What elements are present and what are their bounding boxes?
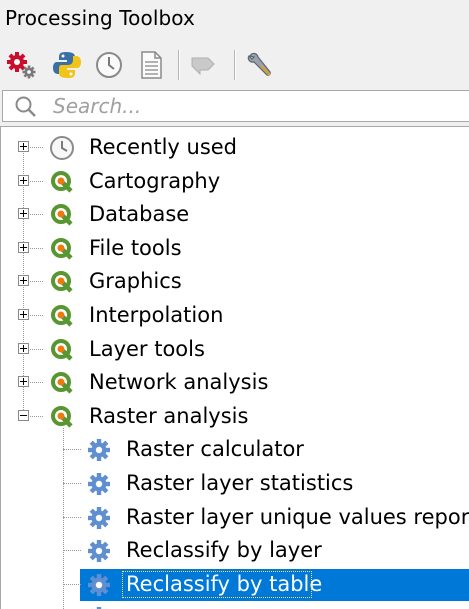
algorithm-gear-icon (86, 505, 112, 531)
tree-algorithm-label: Reclassify by layer (126, 538, 322, 563)
tree-group-row[interactable]: Cartography (1, 165, 469, 198)
tree-group-label: File tools (89, 235, 182, 260)
tree-group-row[interactable]: Graphics (1, 265, 469, 298)
qgis-icon (49, 269, 75, 295)
tree-group-label: Layer tools (89, 336, 205, 361)
algorithm-gear-icon (86, 471, 112, 497)
algorithm-gear-icon (86, 572, 112, 598)
tree-group-label: Network analysis (89, 370, 269, 395)
tree-group-row[interactable]: Database (1, 198, 469, 231)
search-field[interactable] (2, 90, 469, 122)
tree-group-row[interactable]: Recently used (1, 131, 469, 164)
qgis-icon (49, 202, 75, 228)
toolbar-separator (234, 50, 236, 80)
expand-toggle[interactable] (18, 376, 29, 388)
expand-toggle[interactable] (18, 275, 29, 287)
tree-algorithm-label: Raster calculator (126, 437, 304, 462)
tree-group-label: Database (89, 202, 190, 227)
tree-connector (63, 583, 81, 585)
expand-toggle[interactable] (18, 309, 29, 320)
expand-toggle[interactable] (18, 141, 29, 152)
python-button[interactable] (50, 48, 84, 82)
edit-in-place-button[interactable] (186, 48, 220, 82)
expand-toggle[interactable] (18, 241, 29, 253)
tree-group-row[interactable]: File tools (1, 232, 469, 265)
tree-group-label: Graphics (89, 269, 182, 294)
results-document-icon (141, 51, 162, 79)
clock-icon (49, 135, 75, 161)
tree-group-row[interactable]: Layer tools (1, 333, 469, 366)
tree-group-label: Recently used (89, 135, 238, 159)
tree-group-label: Cartography (89, 168, 221, 193)
qgis-icon (49, 370, 75, 396)
search-icon (15, 96, 36, 117)
history-clock-icon (96, 52, 122, 78)
expand-toggle[interactable] (18, 174, 29, 186)
tree-algorithm-row-selected[interactable]: Reclassify by table (1, 568, 469, 601)
tree-connector (63, 550, 81, 552)
results-button[interactable] (134, 48, 168, 82)
algorithm-gear-icon (86, 605, 112, 609)
tree-algorithm-row[interactable]: Raster layer statistics (1, 467, 469, 500)
python-icon (53, 52, 81, 78)
edit-features-in-place-icon (191, 57, 215, 76)
options-button[interactable] (242, 48, 276, 82)
search-input[interactable] (53, 92, 453, 120)
tree-connector (63, 483, 81, 484)
qgis-icon (49, 337, 75, 363)
tree-algorithm-row[interactable]: Raster layer unique values report (1, 501, 469, 534)
focus-rectangle (122, 570, 312, 598)
tree-group-label: Interpolation (89, 303, 224, 327)
tree-algorithm-label: Raster layer statistics (126, 471, 354, 495)
expand-toggle[interactable] (18, 208, 29, 220)
algorithm-gear-icon (86, 538, 112, 564)
options-wrench-icon (247, 52, 272, 77)
tree-group-label: Raster analysis (89, 403, 249, 428)
toolbar-separator (178, 50, 180, 80)
toolbox-toolbar (0, 44, 469, 88)
tree-group-row[interactable]: Network analysis (1, 366, 469, 399)
collapse-toggle[interactable] (18, 409, 29, 421)
qgis-icon (49, 169, 75, 195)
tree-algorithm-row[interactable]: Raster calculator (1, 433, 469, 466)
tree-algorithm-row-partial[interactable] (1, 601, 469, 609)
tree-group-row[interactable]: Interpolation (1, 299, 469, 332)
tree-algorithm-label: Raster layer unique values report (126, 504, 469, 529)
tree-connector (63, 449, 81, 451)
models-button[interactable] (4, 48, 38, 82)
tree-algorithm-row[interactable]: Reclassify by layer (1, 534, 469, 567)
qgis-icon (49, 404, 75, 430)
expand-toggle[interactable] (18, 342, 29, 354)
panel-titlebar: Processing Toolbox (0, 0, 469, 38)
models-gear-icon (7, 52, 36, 79)
qgis-icon (49, 303, 75, 329)
algorithm-gear-icon (86, 437, 112, 463)
algorithm-tree[interactable]: Recently used Cartography Database File too… (0, 126, 469, 609)
qgis-icon (49, 236, 75, 262)
panel-title: Processing Toolbox (5, 6, 195, 30)
tree-group-row[interactable]: Raster analysis (1, 400, 469, 433)
tree-connector (63, 516, 81, 518)
history-button[interactable] (92, 48, 126, 82)
